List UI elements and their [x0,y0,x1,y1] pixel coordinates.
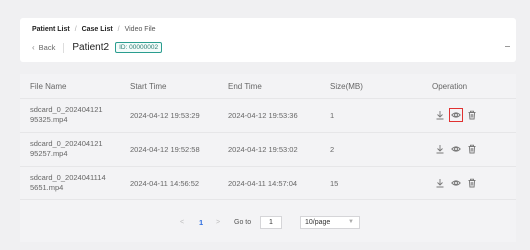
eye-icon[interactable] [450,143,462,155]
page-number-current[interactable]: 1 [199,218,203,227]
file-name-line: 95257.mp4 [30,149,68,158]
size-cell: 1 [330,111,335,120]
breadcrumb: Patient List / Case List / Video File [32,26,156,33]
file-name-line: 5651.mp4 [30,183,64,192]
download-icon[interactable] [434,143,446,155]
end-time-cell: 2024-04-12 19:53:36 [228,111,298,120]
back-button[interactable]: ‹ Back [32,43,55,52]
title-row: ‹ Back Patient2 ID: 00000002 [32,42,163,53]
divider [63,42,65,53]
page-title: Patient2 [72,42,110,53]
file-name-line: sdcard_0_202404121 [30,139,103,148]
collapse-icon[interactable] [505,46,510,47]
back-label: Back [38,43,56,52]
chevron-down-icon: ▼ [348,219,354,225]
page-size-select[interactable]: 10/page ▼ [300,216,360,229]
goto-label: Go to [234,219,252,226]
operation-cell [434,108,482,122]
end-time-cell: 2024-04-11 14:57:04 [228,179,298,188]
file-name-cell: sdcard_0_202404121 95257.mp4 [30,139,103,159]
file-name-cell: sdcard_0_202404121 95325.mp4 [30,105,103,125]
start-time-cell: 2024-04-12 19:52:58 [130,145,200,154]
eye-icon[interactable] [450,177,462,189]
goto-page-input[interactable]: 1 [260,216,282,229]
column-header-end-time: End Time [228,82,262,91]
file-name-cell: sdcard_0_2024041114 5651.mp4 [30,173,106,193]
size-cell: 15 [330,179,339,188]
video-file-table: File Name Start Time End Time Size(MB) O… [20,74,516,242]
operation-cell [434,143,482,155]
breadcrumb-case-list[interactable]: Case List [82,26,113,33]
next-page-button[interactable]: > [216,219,220,226]
column-header-start-time: Start Time [130,82,167,91]
breadcrumb-patient-list[interactable]: Patient List [32,26,70,33]
breadcrumb-video-file: Video File [124,26,156,33]
start-time-cell: 2024-04-12 19:53:29 [130,111,200,120]
download-icon[interactable] [434,177,446,189]
file-name-line: sdcard_0_202404121 [30,105,103,114]
table-header: File Name Start Time End Time Size(MB) O… [20,74,516,98]
patient-id-badge: ID: 00000002 [115,42,163,53]
file-name-line: 95325.mp4 [30,115,68,124]
column-header-size: Size(MB) [330,82,363,91]
download-icon[interactable] [434,109,446,121]
eye-icon[interactable] [449,108,463,122]
table-row: sdcard_0_2024041114 5651.mp4 2024-04-11 … [20,166,516,200]
column-header-operation: Operation [432,82,468,91]
pagination: < 1 > Go to 1 10/page ▼ [20,216,516,232]
size-cell: 2 [330,145,335,154]
header-card: Patient List / Case List / Video File ‹ … [20,18,516,62]
file-name-line: sdcard_0_2024041114 [30,173,106,182]
trash-icon[interactable] [466,177,478,189]
breadcrumb-separator: / [117,26,120,33]
breadcrumb-separator: / [74,26,77,33]
trash-icon[interactable] [466,143,478,155]
chevron-left-icon: ‹ [32,43,35,52]
operation-cell [434,177,482,189]
column-header-file-name: File Name [30,82,67,91]
page-size-value: 10/page [305,219,331,226]
prev-page-button[interactable]: < [180,219,184,226]
table-row: sdcard_0_202404121 95325.mp4 2024-04-12 … [20,98,516,132]
trash-icon[interactable] [466,109,478,121]
start-time-cell: 2024-04-11 14:56:52 [130,179,200,188]
end-time-cell: 2024-04-12 19:53:02 [228,145,298,154]
table-row: sdcard_0_202404121 95257.mp4 2024-04-12 … [20,132,516,166]
